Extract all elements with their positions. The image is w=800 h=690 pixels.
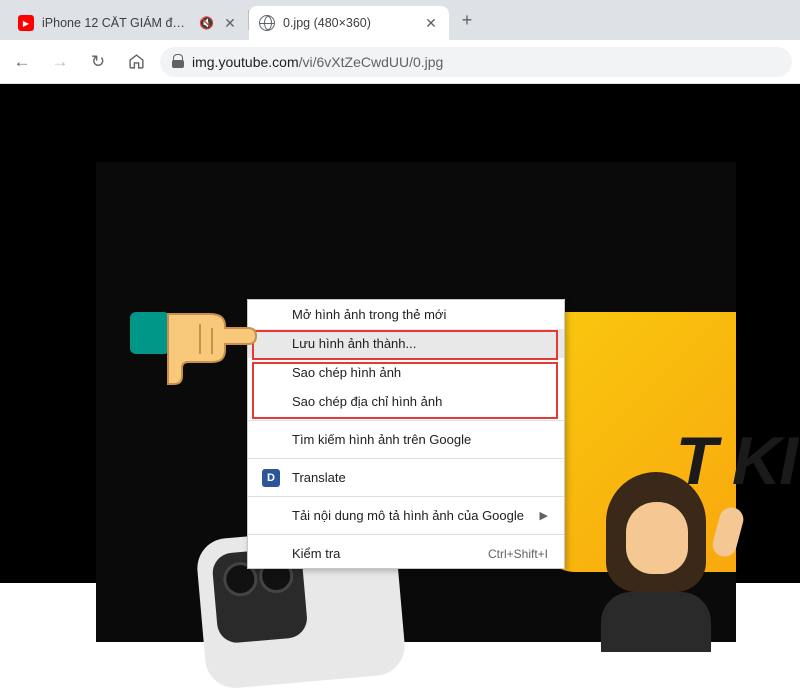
menu-separator: [248, 496, 564, 497]
home-button[interactable]: [122, 48, 150, 76]
menu-shortcut: Ctrl+Shift+I: [488, 547, 548, 561]
address-bar[interactable]: img.youtube.com/vi/6vXtZeCwdUU/0.jpg: [160, 47, 792, 77]
chevron-right-icon: ▶: [540, 509, 548, 522]
menu-label: Translate: [292, 470, 346, 485]
audio-muted-icon[interactable]: 🔇: [199, 16, 214, 30]
url-text: img.youtube.com/vi/6vXtZeCwdUU/0.jpg: [192, 54, 443, 70]
translate-icon: D: [262, 469, 280, 487]
menu-label: Tìm kiếm hình ảnh trên Google: [292, 432, 471, 447]
cm-get-image-description[interactable]: Tải nội dung mô tả hình ảnh của Google ▶: [248, 501, 564, 530]
new-tab-button[interactable]: +: [453, 6, 481, 34]
cm-inspect[interactable]: Kiểm tra Ctrl+Shift+I: [248, 539, 564, 568]
tab-strip: ▶ iPhone 12 CẮT GIẢM để TIẾT 🔇 ✕ 0.jpg (…: [0, 0, 800, 40]
lock-icon: [172, 56, 184, 68]
tab-title: iPhone 12 CẮT GIẢM để TIẾT: [42, 16, 191, 30]
tab-image[interactable]: 0.jpg (480×360) ✕: [249, 6, 449, 40]
back-button[interactable]: ←: [8, 48, 36, 76]
content-viewport: T KI Mở hình ảnh trong thẻ mới Lưu hình …: [0, 84, 800, 583]
menu-label: Sao chép hình ảnh: [292, 365, 401, 380]
menu-label: Lưu hình ảnh thành...: [292, 336, 416, 351]
forward-button[interactable]: →: [46, 48, 74, 76]
close-icon[interactable]: ✕: [423, 15, 439, 32]
menu-separator: [248, 534, 564, 535]
menu-label: Sao chép địa chỉ hình ảnh: [292, 394, 442, 409]
cm-copy-image[interactable]: Sao chép hình ảnh: [248, 358, 564, 387]
menu-label: Mở hình ảnh trong thẻ mới: [292, 307, 446, 322]
menu-separator: [248, 420, 564, 421]
cm-save-image-as[interactable]: Lưu hình ảnh thành...: [248, 329, 564, 358]
thumbnail-person: [586, 472, 726, 652]
youtube-icon: ▶: [18, 15, 34, 31]
nav-toolbar: ← → ↻ img.youtube.com/vi/6vXtZeCwdUU/0.j…: [0, 40, 800, 84]
cm-open-in-new-tab[interactable]: Mở hình ảnh trong thẻ mới: [248, 300, 564, 329]
menu-label: Tải nội dung mô tả hình ảnh của Google: [292, 508, 524, 523]
tab-youtube[interactable]: ▶ iPhone 12 CẮT GIẢM để TIẾT 🔇 ✕: [8, 6, 248, 40]
close-icon[interactable]: ✕: [222, 15, 238, 32]
menu-separator: [248, 458, 564, 459]
context-menu: Mở hình ảnh trong thẻ mới Lưu hình ảnh t…: [247, 299, 565, 569]
cm-search-google[interactable]: Tìm kiếm hình ảnh trên Google: [248, 425, 564, 454]
reload-button[interactable]: ↻: [84, 48, 112, 76]
cm-translate[interactable]: D Translate: [248, 463, 564, 492]
cm-copy-image-address[interactable]: Sao chép địa chỉ hình ảnh: [248, 387, 564, 416]
menu-label: Kiểm tra: [292, 546, 340, 561]
tab-title: 0.jpg (480×360): [283, 16, 415, 30]
pointing-hand-icon: [130, 284, 260, 399]
globe-icon: [259, 15, 275, 31]
